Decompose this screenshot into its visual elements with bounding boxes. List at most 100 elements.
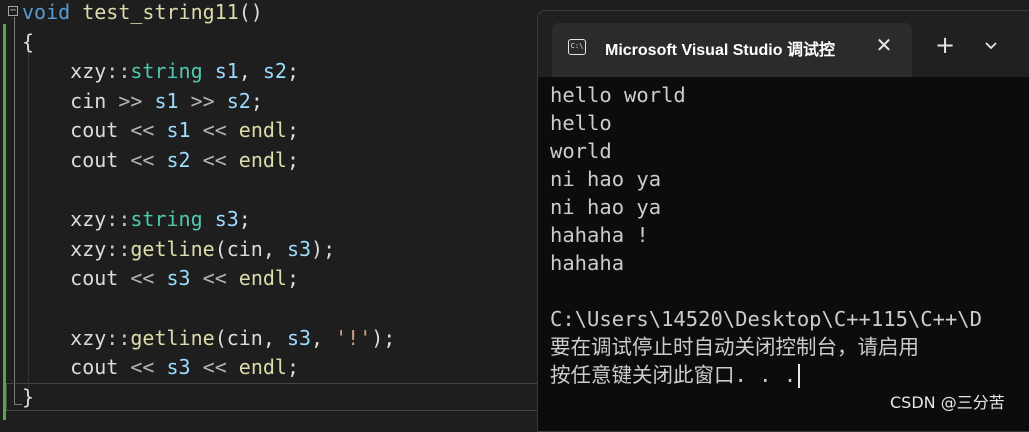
code-token: :: [106,207,131,232]
console-output-line: 按任意键关闭此窗口. . . [550,361,1029,389]
code-token: (cin, [214,236,287,261]
console-output[interactable]: hello world hello world ni hao ya ni hao ya h… [550,81,1029,389]
code-token: :: [106,325,131,350]
console-output-line: ni hao ya [550,193,1029,221]
code-token: cin [22,88,119,113]
close-tab-icon[interactable]: ✕ [872,33,896,57]
console-output-text: ni hao ya [550,167,662,191]
collapse-icon[interactable]: − [8,6,18,16]
code-token: s1 [214,59,239,84]
code-token: string [130,207,203,232]
code-line[interactable]: xzy::getline(cin, s3, '!'); [22,324,395,354]
code-token: s3 [286,325,312,350]
code-line[interactable]: void test_string11() [22,0,263,28]
console-output-line: 要在调试停止时自动关闭控制台，请启用 [550,333,1029,361]
code-token: >> [190,88,215,113]
code-token: s1 [166,118,191,143]
code-token: test_string11 [82,0,239,24]
code-token: , [311,325,336,350]
code-token: << [130,266,155,291]
code-token: , [238,59,263,84]
code-token: << [202,266,227,291]
console-titlebar[interactable]: C:\ Microsoft Visual Studio 调试控 ✕ + [538,11,1029,77]
code-token: string [130,59,203,84]
code-line[interactable]: cout << s2 << endl; [22,146,299,176]
code-token: getline [130,236,215,261]
console-output-line: ni hao ya [550,165,1029,193]
code-token: endl [238,148,287,172]
console-output-text: hahaha ! [550,223,649,247]
console-output-text: hello [550,111,612,135]
code-token: s1 [154,88,179,113]
code-token: << [202,118,227,143]
debug-console-window[interactable]: C:\ Microsoft Visual Studio 调试控 ✕ + hell… [537,10,1029,432]
code-token: s2 [262,59,287,84]
code-line[interactable]: { [22,28,34,58]
code-token: ; [238,207,251,232]
code-line[interactable]: } [22,383,34,413]
code-token: s3 [214,207,239,232]
code-token: ; [286,355,300,380]
code-token: :: [106,236,131,261]
code-token: cout [22,148,131,172]
console-output-line: hahaha ! [550,221,1029,249]
console-output-text: hahaha [550,251,625,275]
code-token: xzy [22,325,107,350]
code-token: endl [238,266,287,291]
code-token: << [130,118,155,143]
code-token: void [22,0,71,24]
chevron-down-icon[interactable] [979,33,1003,57]
code-token: xzy [22,59,107,84]
code-line[interactable]: cin >> s1 >> s2; [22,87,263,117]
watermark: CSDN @三分苦 [890,393,1005,412]
console-output-line: hello world [550,81,1029,109]
code-token: s3 [286,236,312,261]
console-output-text: 按任意键关闭此窗口. . . [550,363,797,387]
code-token: s3 [166,355,191,380]
code-token: ); [371,325,396,350]
console-output-text: hello world [550,83,686,107]
code-line[interactable]: xzy::string s1, s2; [22,57,299,87]
code-token: xzy [22,207,107,232]
console-output-text: 要在调试停止时自动关闭控制台，请启用 [550,335,919,359]
code-token: xzy [22,236,107,261]
text-cursor [798,364,800,388]
code-token: << [130,355,155,380]
code-line[interactable]: cout << s3 << endl; [22,353,299,383]
code-token: '!' [335,325,372,350]
code-token: cout [22,118,131,143]
code-token: ; [250,88,263,113]
code-token: cout [22,355,131,380]
console-tab[interactable]: C:\ Microsoft Visual Studio 调试控 ✕ [552,23,912,77]
code-token: () [238,0,263,24]
code-token: ; [286,118,300,143]
new-tab-icon[interactable]: + [933,33,957,57]
code-token: ; [286,148,300,172]
code-token: endl [238,355,287,380]
code-token: s3 [166,266,191,291]
console-output-line: hahaha [550,249,1029,277]
code-token: getline [130,325,215,350]
code-line[interactable]: xzy::getline(cin, s3); [22,235,335,265]
code-token: s2 [226,88,251,113]
scope-guide-line [14,17,15,405]
tab-title: Microsoft Visual Studio 调试控 [605,42,835,59]
code-token: ; [286,266,300,291]
code-token: << [202,148,227,172]
code-token: >> [118,88,143,113]
code-line[interactable]: cout << s1 << endl; [22,116,299,146]
code-line[interactable]: xzy::string s3; [22,205,251,235]
code-line[interactable]: cout << s3 << endl; [22,264,299,294]
change-tracking-bar [3,24,6,420]
